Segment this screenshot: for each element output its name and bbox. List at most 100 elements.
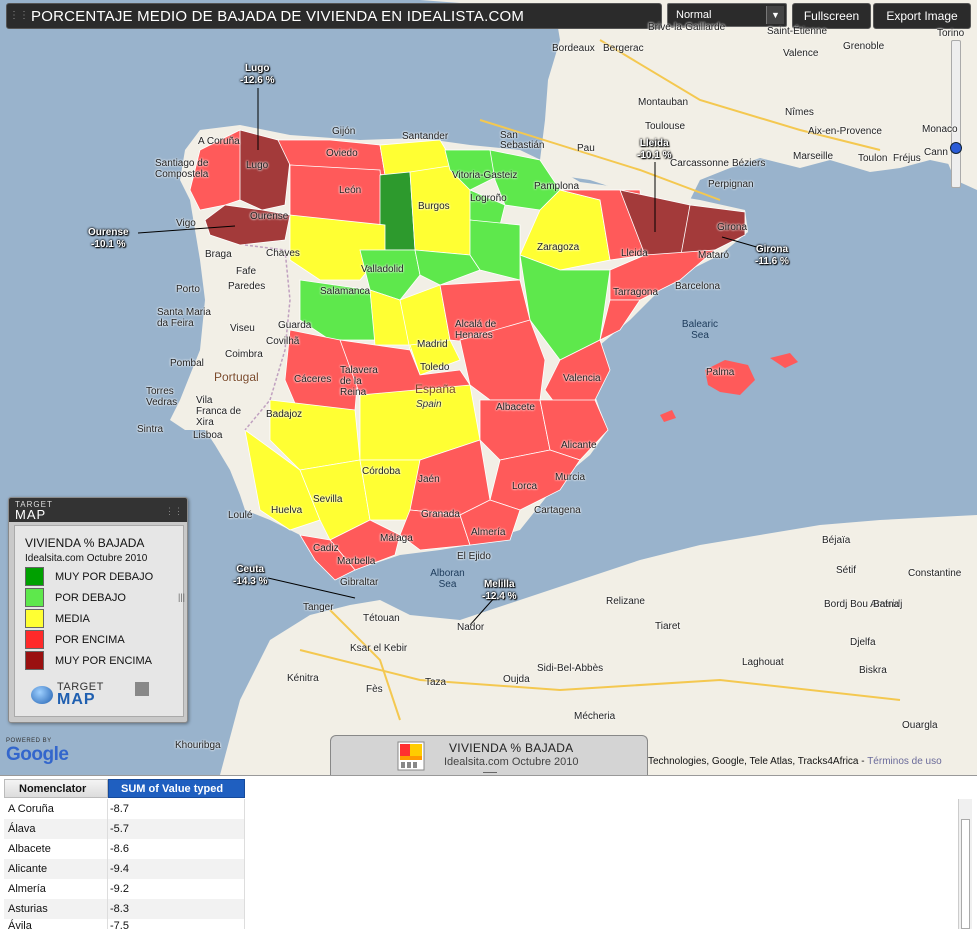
column-header-value[interactable]: SUM of Value typed bbox=[108, 779, 245, 798]
callout-name: Ourense bbox=[88, 227, 129, 238]
export-image-button[interactable]: Export Image bbox=[873, 3, 971, 29]
map-canvas[interactable]: ⋮⋮ PORCENTAJE MEDIO DE BAJADA DE VIVIEND… bbox=[0, 0, 977, 775]
city-label: Valladolid bbox=[361, 264, 404, 275]
city-label: Tétouan bbox=[363, 613, 400, 624]
city-label: Covilhã bbox=[266, 336, 300, 347]
callout-ceuta[interactable]: Ceuta -14.3 % bbox=[233, 564, 267, 588]
zoom-slider-knob[interactable] bbox=[950, 142, 962, 154]
table-row[interactable]: Ávila -7.5 bbox=[4, 919, 245, 929]
callout-value: -12.4 % bbox=[482, 591, 517, 602]
cell-value: -8.3 bbox=[108, 899, 245, 919]
city-label: Sevilla bbox=[313, 494, 343, 505]
table-row[interactable]: Almería -9.2 bbox=[4, 879, 245, 899]
sea-label: Alboran Sea bbox=[430, 568, 465, 590]
table-row[interactable]: Albacete -8.6 bbox=[4, 839, 245, 859]
city-label: Valencia bbox=[563, 373, 601, 384]
cell-value: -8.6 bbox=[108, 839, 245, 859]
city-label: Logroño bbox=[470, 193, 507, 204]
callout-lleida[interactable]: Lleida -10.1 % bbox=[637, 138, 671, 162]
info-panel-subtitle: Idealsita.com Octubre 2010 bbox=[444, 756, 579, 768]
google-wordmark: Google bbox=[6, 744, 69, 765]
cell-name: Álava bbox=[4, 819, 108, 839]
image-icon[interactable] bbox=[135, 682, 149, 696]
callout-name: Girona bbox=[755, 244, 789, 255]
city-label: Burgos bbox=[418, 201, 450, 212]
legend-item: MEDIA bbox=[25, 609, 90, 628]
column-header-nomenclator[interactable]: Nomenclator bbox=[4, 779, 108, 798]
city-label: Vigo bbox=[176, 218, 196, 229]
table-row[interactable]: Álava -5.7 bbox=[4, 819, 245, 839]
city-label: Monaco bbox=[922, 124, 958, 135]
city-label: Toulon bbox=[858, 153, 888, 164]
legend-label: POR DEBAJO bbox=[55, 591, 126, 604]
city-label: Relizane bbox=[606, 596, 645, 607]
city-label: Cadiz bbox=[313, 543, 339, 554]
targetmap-logo[interactable]: TARGET MAP bbox=[27, 680, 117, 708]
city-label: Laghouat bbox=[742, 657, 784, 668]
legend-swatch bbox=[25, 651, 44, 670]
city-label: Palma bbox=[706, 367, 735, 378]
city-label: Braga bbox=[205, 249, 232, 260]
cell-value: -5.7 bbox=[108, 819, 245, 839]
city-label: Valence bbox=[783, 48, 819, 59]
legend-label: MUY POR DEBAJO bbox=[55, 570, 154, 583]
city-label: Biskra bbox=[859, 665, 887, 676]
legend-swatch bbox=[25, 588, 44, 607]
city-label: Grenoble bbox=[843, 41, 885, 52]
grid-scrollbar[interactable] bbox=[958, 799, 972, 929]
city-label: Fafe bbox=[236, 266, 257, 277]
country-label: Portugal bbox=[214, 370, 259, 384]
sea-label: Balearic Sea bbox=[681, 319, 719, 341]
legend-label: POR ENCIMA bbox=[55, 633, 125, 646]
legend-item: POR DEBAJO bbox=[25, 588, 126, 607]
data-grid[interactable]: Nomenclator SUM of Value typed A Coruña … bbox=[0, 775, 977, 929]
city-label: Bergerac bbox=[603, 43, 644, 54]
zoom-slider-track[interactable] bbox=[951, 40, 961, 188]
legend-label: MEDIA bbox=[55, 612, 90, 625]
legend-swatch bbox=[25, 567, 44, 586]
drag-handle-icon[interactable]: ⋮⋮ bbox=[165, 506, 183, 517]
callout-ourense[interactable]: Ourense -10.1 % bbox=[88, 227, 129, 251]
city-label: Tiaret bbox=[655, 621, 681, 632]
city-label: Granada bbox=[421, 509, 460, 520]
resize-handle-icon[interactable]: ||| bbox=[178, 592, 185, 602]
city-label: Girona bbox=[717, 222, 748, 233]
city-label: Ouargla bbox=[902, 720, 938, 731]
legend-panel[interactable]: TARGET MAP ⋮⋮ VIVIENDA % BAJADA Idealsit… bbox=[8, 497, 188, 723]
map-attribution: Technologies, Google, Tele Atlas, Tracks… bbox=[648, 756, 942, 767]
city-label: Torres Vedras bbox=[146, 386, 178, 408]
city-label: Jaén bbox=[418, 474, 440, 485]
city-label: Badajoz bbox=[266, 409, 303, 420]
city-label: Sétif bbox=[836, 565, 857, 576]
city-label: Oujda bbox=[503, 674, 530, 685]
chevron-down-icon[interactable]: ▼ bbox=[766, 6, 784, 24]
city-label: Mataró bbox=[698, 250, 730, 261]
table-row[interactable]: Alicante -9.4 bbox=[4, 859, 245, 879]
table-row[interactable]: A Coruña -8.7 bbox=[4, 799, 245, 819]
callout-girona[interactable]: Girona -11.6 % bbox=[755, 244, 789, 268]
scrollbar-thumb[interactable] bbox=[961, 819, 970, 929]
info-panel[interactable]: VIVIENDA % BAJADA Idealsita.com Octubre … bbox=[330, 735, 648, 775]
legend-item: MUY POR DEBAJO bbox=[25, 567, 153, 586]
legend-swatch bbox=[25, 630, 44, 649]
city-label: Ksar el Kebir bbox=[350, 643, 408, 654]
terms-link[interactable]: Términos de uso bbox=[867, 756, 941, 767]
callout-name: Ceuta bbox=[236, 564, 265, 575]
legend-header[interactable]: TARGET MAP ⋮⋮ bbox=[9, 498, 187, 522]
drag-handle-icon[interactable]: ⋮⋮ bbox=[7, 4, 31, 28]
city-label: Cartagena bbox=[534, 505, 581, 516]
callout-melilla[interactable]: Melilla -12.4 % bbox=[482, 579, 516, 603]
city-label: Alcalá de Henares bbox=[455, 319, 497, 341]
city-label: Salamanca bbox=[320, 286, 371, 297]
city-label: Sidi-Bel-Abbès bbox=[537, 663, 604, 674]
google-logo: POWERED BY Google bbox=[6, 738, 69, 766]
city-label: Béziers bbox=[732, 158, 766, 169]
city-label: Lugo bbox=[246, 160, 269, 171]
callout-lugo[interactable]: Lugo -12.6 % bbox=[240, 63, 274, 87]
title-bar[interactable]: ⋮⋮ PORCENTAJE MEDIO DE BAJADA DE VIVIEND… bbox=[6, 3, 662, 29]
callout-value: -14.3 % bbox=[233, 576, 268, 587]
cell-value: -9.4 bbox=[108, 859, 245, 879]
table-row[interactable]: Asturias -8.3 bbox=[4, 899, 245, 919]
country-label: Spain bbox=[416, 399, 442, 410]
globe-icon bbox=[31, 686, 53, 704]
